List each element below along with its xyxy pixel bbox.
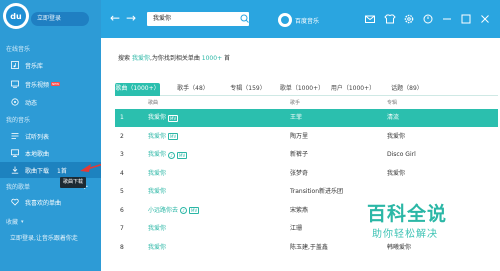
brand-name: 百度音乐 — [295, 17, 320, 25]
song-title-text[interactable]: 我爱你 — [148, 220, 166, 238]
hq-icon: ♪ — [168, 151, 176, 159]
mini-mode-icon[interactable] — [422, 13, 434, 25]
tab-users[interactable]: 用户（1000+） — [328, 83, 378, 96]
singer-name[interactable]: 陶万里 — [290, 128, 308, 146]
search-icon[interactable] — [238, 12, 252, 26]
main-content: 搜索 我爱你,为你找到相关单曲 1000+ 首 歌曲（1000+） 歌手（48）… — [101, 38, 500, 271]
result-tabs: 歌曲（1000+） 歌手（48） 专辑（159） 歌单（1000+） 用户（10… — [115, 83, 498, 96]
mv-badge[interactable]: MV — [168, 133, 179, 140]
column-header-song[interactable]: 歌曲 — [148, 98, 158, 108]
result-mid: ,为你找到相关单曲 — [149, 55, 200, 62]
back-arrow-icon[interactable]: ← — [110, 12, 120, 24]
mv-badge[interactable]: MV — [189, 207, 200, 214]
song-title-text[interactable]: 我爱你 — [148, 165, 166, 183]
mv-badge[interactable]: MV — [168, 114, 179, 122]
forward-arrow-icon[interactable]: → — [126, 12, 136, 24]
brand: 百度音乐 — [278, 13, 319, 27]
singer-name[interactable]: 江珊 — [290, 220, 302, 238]
song-title-text[interactable]: 我爱你 — [148, 109, 166, 127]
album-name[interactable]: Disco Girl — [387, 146, 416, 164]
song-title-text[interactable]: 小远路你去 — [148, 202, 178, 220]
result-prefix: 搜索 — [118, 55, 131, 62]
result-count: 1000+ — [201, 55, 223, 62]
row-number: 2 — [120, 132, 124, 140]
tab-songs[interactable]: 歌曲（1000+） — [115, 83, 160, 96]
search-input[interactable]: 我爱你 — [147, 12, 249, 26]
tab-playlists[interactable]: 歌单（1000+） — [277, 83, 327, 96]
song-title-text[interactable]: 我爱你 — [148, 146, 166, 164]
watermark-title: 百科全说 — [367, 203, 448, 225]
singer-name[interactable]: 陈玉建,于盖鑫 — [290, 239, 328, 257]
table-row[interactable]: 1 我爱你 MV 王菲 清流 — [115, 109, 498, 127]
table-row[interactable]: 4 我爱你 张梦奇 我爱你 — [115, 165, 498, 183]
song-title[interactable]: 小远路你去 ♪ MV — [148, 202, 200, 220]
song-title[interactable]: 我爱你 — [148, 239, 166, 257]
singer-name[interactable]: 新裤子 — [290, 146, 308, 164]
minimize-icon[interactable] — [441, 13, 453, 25]
top-bar: ← → 我爱你 百度音乐 — [101, 0, 500, 38]
result-suffix: 首 — [224, 55, 231, 62]
album-name[interactable]: 清流 — [387, 109, 399, 127]
tab-albums[interactable]: 专辑（159） — [227, 83, 269, 96]
singer-name[interactable]: 王菲 — [290, 109, 302, 127]
tab-topics[interactable]: 话题（89） — [387, 83, 427, 96]
singer-name[interactable]: 张梦奇 — [290, 165, 308, 183]
hq-icon: ♪ — [180, 207, 188, 214]
song-title[interactable]: 我爱你 — [148, 183, 166, 201]
table-row[interactable]: 8 我爱你 陈玉建,于盖鑫 韩曦爱你 — [115, 239, 498, 257]
table-row[interactable]: 2 我爱你 MV 陶万里 我爱你 — [115, 128, 498, 146]
singer-name[interactable]: 宋紫燕 — [290, 202, 308, 220]
row-number: 6 — [120, 206, 124, 214]
album-name[interactable]: 我爱你 — [387, 165, 405, 183]
mail-icon[interactable] — [364, 13, 376, 25]
skin-icon[interactable] — [384, 13, 396, 25]
row-number: 8 — [120, 243, 124, 251]
song-title[interactable]: 我爱你 — [148, 165, 166, 183]
album-name[interactable]: 我爱你 — [387, 128, 405, 146]
song-title-text[interactable]: 我爱你 — [148, 183, 166, 201]
result-query[interactable]: 我爱你 — [132, 55, 150, 62]
song-title[interactable]: 我爱你 — [148, 220, 166, 238]
table-row[interactable]: 3 我爱你 ♪ MV 新裤子 Disco Girl — [115, 146, 498, 164]
song-title-text[interactable]: 我爱你 — [148, 239, 166, 257]
album-name[interactable]: 韩曦爱你 — [387, 239, 411, 257]
watermark-subtitle: 助你轻松解决 — [372, 229, 438, 240]
singer-name[interactable]: Transition新进乐团 — [290, 183, 343, 201]
song-title[interactable]: 我爱你 MV — [148, 109, 179, 127]
column-header-album[interactable]: 专辑 — [387, 98, 397, 108]
tab-singers[interactable]: 歌手（48） — [173, 83, 213, 96]
row-number: 5 — [120, 188, 124, 195]
close-icon[interactable] — [479, 13, 491, 25]
song-title[interactable]: 我爱你 MV — [148, 128, 179, 146]
search-result-summary: 搜索 我爱你,为你找到相关单曲 1000+ 首 — [118, 53, 230, 62]
column-header-singer[interactable]: 歌手 — [290, 98, 300, 108]
row-number: 1 — [120, 114, 124, 121]
mv-badge[interactable]: MV — [177, 151, 188, 159]
row-number: 4 — [120, 169, 124, 177]
settings-icon[interactable] — [403, 13, 415, 25]
row-number: 3 — [120, 151, 124, 158]
brand-logo-icon — [278, 13, 292, 27]
maximize-icon[interactable] — [460, 13, 472, 25]
song-title[interactable]: 我爱你 ♪ MV — [148, 146, 188, 164]
row-number: 7 — [120, 225, 124, 232]
song-title-text[interactable]: 我爱你 — [148, 128, 166, 146]
